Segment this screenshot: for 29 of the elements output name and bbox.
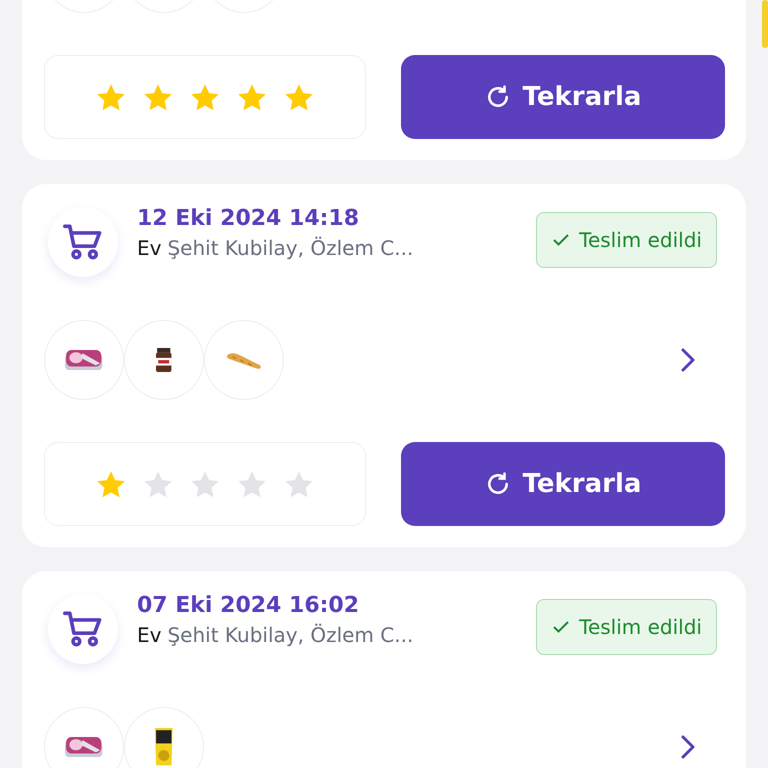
star-icon[interactable]: [284, 470, 314, 498]
chevron-right-icon[interactable]: [681, 348, 695, 372]
star-icon[interactable]: [96, 82, 126, 112]
star-icon[interactable]: [143, 470, 173, 498]
cart-icon: [63, 610, 103, 648]
star-icon[interactable]: [96, 470, 126, 498]
order-date: 12 Eki 2024 14:18: [137, 206, 360, 231]
star-icon[interactable]: [143, 82, 173, 112]
star-icon[interactable]: [190, 470, 220, 498]
scrollbar[interactable]: [762, 0, 768, 48]
star-icon[interactable]: [284, 82, 314, 112]
star-icon[interactable]: [237, 82, 267, 112]
delivery-address: Şehit Kubilay, Özlem C...: [167, 236, 414, 260]
check-icon: [553, 234, 570, 246]
star-icon[interactable]: [237, 470, 267, 498]
check-icon: [553, 621, 570, 633]
status-text: Teslim edildi: [579, 228, 702, 252]
repeat-button[interactable]: Tekrarla: [401, 55, 725, 139]
status-text: Teslim edildi: [579, 615, 702, 639]
cart-icon: [63, 223, 103, 261]
product-thumbnail[interactable]: [124, 707, 204, 768]
address-label: Ev: [137, 236, 162, 260]
star-icon[interactable]: [190, 82, 220, 112]
order-date: 07 Eki 2024 16:02: [137, 593, 360, 618]
product-thumbnail[interactable]: [44, 707, 124, 768]
address-label: Ev: [137, 623, 162, 647]
repeat-button[interactable]: Tekrarla: [401, 442, 725, 526]
delivery-address: Şehit Kubilay, Özlem C...: [167, 623, 414, 647]
chevron-right-icon[interactable]: [681, 735, 695, 759]
